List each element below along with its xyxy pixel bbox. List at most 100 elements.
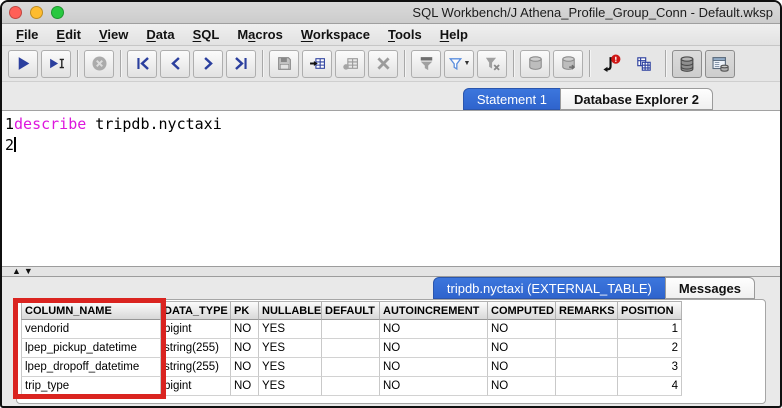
- menu-data[interactable]: Data: [138, 25, 182, 44]
- cell[interactable]: NO: [488, 320, 556, 339]
- cell[interactable]: NO: [488, 377, 556, 396]
- filter-icon: [448, 56, 463, 71]
- last-row-button[interactable]: [226, 50, 256, 78]
- menu-workspace[interactable]: Workspace: [293, 25, 378, 44]
- execute-all-button[interactable]: [8, 50, 38, 78]
- database-button[interactable]: [672, 50, 702, 78]
- delete-row-button[interactable]: [368, 50, 398, 78]
- col-header-computed[interactable]: COMPUTED: [488, 301, 556, 320]
- cell[interactable]: 4: [618, 377, 682, 396]
- rollback-button[interactable]: [553, 50, 583, 78]
- table-row[interactable]: lpep_pickup_datetime string(255) NO YES …: [21, 339, 682, 358]
- cell[interactable]: NO: [488, 339, 556, 358]
- cell[interactable]: [556, 358, 618, 377]
- cell[interactable]: [556, 320, 618, 339]
- cell[interactable]: vendorid: [21, 320, 161, 339]
- cell[interactable]: bigint: [161, 320, 231, 339]
- cell[interactable]: bigint: [161, 377, 231, 396]
- ignore-errors-button[interactable]: [596, 50, 626, 78]
- menu-macros[interactable]: Macros: [229, 25, 291, 44]
- copy-row-icon: [342, 55, 359, 72]
- cell[interactable]: NO: [380, 377, 488, 396]
- cell[interactable]: [322, 320, 380, 339]
- toolbar-separator: [513, 50, 514, 77]
- tab-database-explorer-2[interactable]: Database Explorer 2: [560, 88, 713, 110]
- cell[interactable]: YES: [259, 358, 322, 377]
- filter-by-selection-icon: [418, 55, 435, 72]
- cell[interactable]: string(255): [161, 358, 231, 377]
- col-header-data-type[interactable]: DATA_TYPE: [161, 301, 231, 320]
- next-row-button[interactable]: [193, 50, 223, 78]
- database-explorer-icon: [711, 55, 729, 73]
- menu-edit[interactable]: Edit: [48, 25, 89, 44]
- tab-statement-1[interactable]: Statement 1: [463, 88, 561, 110]
- collapse-up-button[interactable]: ▲: [12, 267, 21, 276]
- menu-tools[interactable]: Tools: [380, 25, 430, 44]
- insert-row-icon: [309, 55, 326, 72]
- cell[interactable]: NO: [231, 339, 259, 358]
- cell[interactable]: 3: [618, 358, 682, 377]
- filter-button[interactable]: ▼: [444, 50, 474, 78]
- cell[interactable]: lpep_pickup_datetime: [21, 339, 161, 358]
- table-row[interactable]: trip_type bigint NO YES NO NO 4: [21, 377, 682, 396]
- cell[interactable]: 1: [618, 320, 682, 339]
- minimize-button[interactable]: [30, 6, 43, 19]
- first-row-button[interactable]: [127, 50, 157, 78]
- filter-dropdown-caret-icon[interactable]: ▼: [464, 60, 471, 67]
- code-completion-button[interactable]: [629, 50, 659, 78]
- cell[interactable]: NO: [380, 339, 488, 358]
- col-header-pk[interactable]: PK: [231, 301, 259, 320]
- cell[interactable]: [322, 339, 380, 358]
- col-header-position[interactable]: POSITION: [618, 301, 682, 320]
- col-header-autoincrement[interactable]: AUTOINCREMENT: [380, 301, 488, 320]
- cell[interactable]: lpep_dropoff_datetime: [21, 358, 161, 377]
- zoom-button[interactable]: [51, 6, 64, 19]
- toolbar-separator: [665, 50, 666, 77]
- toolbar-separator: [589, 50, 590, 77]
- cancel-statement-button[interactable]: [84, 50, 114, 78]
- cell[interactable]: [322, 377, 380, 396]
- insert-row-button[interactable]: [302, 50, 332, 78]
- commit-button[interactable]: [520, 50, 550, 78]
- collapse-down-button[interactable]: ▼: [24, 267, 33, 276]
- filter-by-selection-button[interactable]: [411, 50, 441, 78]
- cell[interactable]: [322, 358, 380, 377]
- reset-filter-button[interactable]: [477, 50, 507, 78]
- table-row[interactable]: vendorid bigint NO YES NO NO 1: [21, 320, 682, 339]
- cell[interactable]: YES: [259, 339, 322, 358]
- menu-view[interactable]: View: [91, 25, 136, 44]
- sql-editor[interactable]: 1describe tripdb.nyctaxi 2: [2, 110, 780, 266]
- menu-sql[interactable]: SQL: [185, 25, 228, 44]
- result-grid: COLUMN_NAME DATA_TYPE PK NULLABLE DEFAUL…: [21, 301, 682, 396]
- cell[interactable]: trip_type: [21, 377, 161, 396]
- col-header-column-name[interactable]: COLUMN_NAME: [21, 301, 161, 320]
- execute-current-button[interactable]: [41, 50, 71, 78]
- cell[interactable]: NO: [231, 320, 259, 339]
- menu-help[interactable]: Help: [432, 25, 476, 44]
- cell[interactable]: NO: [380, 358, 488, 377]
- tab-messages[interactable]: Messages: [665, 277, 755, 299]
- result-tab-bar: tripdb.nyctaxi (EXTERNAL_TABLE) Messages: [2, 277, 755, 299]
- cell[interactable]: [556, 377, 618, 396]
- cell[interactable]: string(255): [161, 339, 231, 358]
- tab-result-table[interactable]: tripdb.nyctaxi (EXTERNAL_TABLE): [433, 277, 666, 299]
- cell[interactable]: 2: [618, 339, 682, 358]
- close-button[interactable]: [9, 6, 22, 19]
- col-header-nullable[interactable]: NULLABLE: [259, 301, 322, 320]
- menu-file[interactable]: File: [8, 25, 46, 44]
- previous-row-button[interactable]: [160, 50, 190, 78]
- cell[interactable]: NO: [380, 320, 488, 339]
- col-header-remarks[interactable]: REMARKS: [556, 301, 618, 320]
- cell[interactable]: NO: [231, 377, 259, 396]
- copy-row-button[interactable]: [335, 50, 365, 78]
- cell[interactable]: NO: [231, 358, 259, 377]
- cell[interactable]: NO: [488, 358, 556, 377]
- splitter[interactable]: ▲ ▼: [2, 266, 780, 277]
- table-row[interactable]: lpep_dropoff_datetime string(255) NO YES…: [21, 358, 682, 377]
- cell[interactable]: YES: [259, 377, 322, 396]
- cell[interactable]: YES: [259, 320, 322, 339]
- save-changes-button[interactable]: [269, 50, 299, 78]
- cell[interactable]: [556, 339, 618, 358]
- col-header-default[interactable]: DEFAULT: [322, 301, 380, 320]
- database-explorer-button[interactable]: [705, 50, 735, 78]
